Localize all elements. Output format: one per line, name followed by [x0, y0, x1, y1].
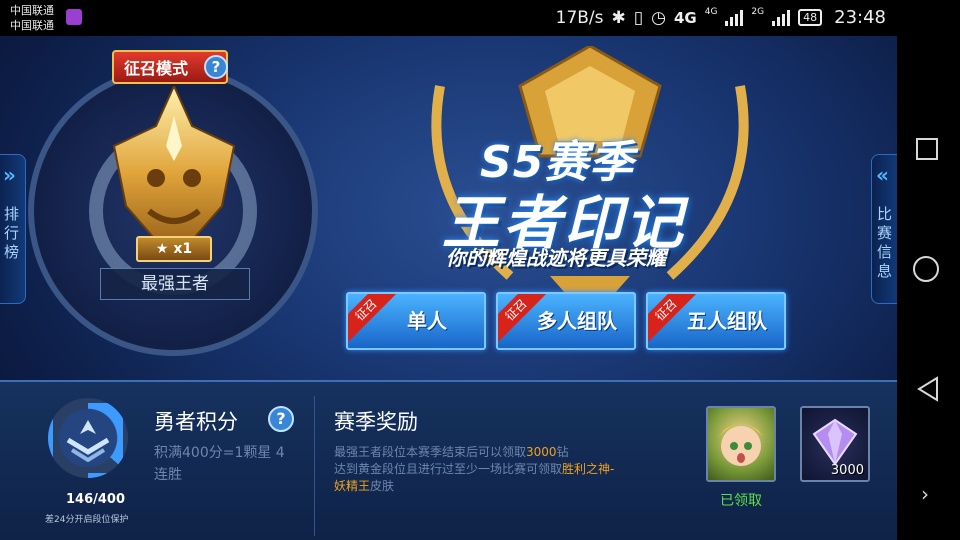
match-info-tab-label: 比赛信息 — [877, 205, 893, 280]
battery-level: 48 — [798, 9, 823, 26]
season-banner: S5赛季 王者印记 你的辉煌战迹将更具荣耀 — [400, 46, 780, 326]
season-subtitle: 你的辉煌战迹将更具荣耀 — [446, 246, 666, 270]
recent-apps-icon[interactable] — [916, 138, 938, 160]
status-bar: 中国联通 中国联通 17B/s ✱ ▯ ◷ 4G 4G 2G 48 23:48 — [0, 0, 960, 36]
signal-icon-2 — [772, 9, 791, 26]
android-nav-bar: › — [897, 36, 960, 540]
status-indicators: 17B/s ✱ ▯ ◷ 4G 4G 2G 48 23:48 — [556, 7, 886, 28]
season-reward-desc: 最强王者段位本赛季结束后可以领取3000钻 达到黄金段位且进行过至少一场比赛可领… — [334, 444, 619, 495]
mode-help-button[interactable]: ? — [204, 55, 228, 79]
brave-score-value: 146/400 — [66, 492, 126, 507]
match-info-tab[interactable]: « 比赛信息 — [871, 154, 897, 304]
reward-diamond-amount: 3000 — [526, 445, 557, 459]
claimed-label: 已领取 — [720, 493, 762, 509]
leaderboard-tab-label: 排行榜 — [4, 205, 20, 261]
network-4g-label: 4G — [673, 8, 697, 27]
reward-desc-2: 达到黄金段位且进行过至少一场比赛可领取 — [334, 462, 563, 476]
draft-mode-label: 征召模式 — [124, 59, 189, 78]
panel-divider — [314, 396, 315, 536]
vibrate-icon: ▯ — [633, 7, 644, 28]
rank-count-value: x1 — [173, 241, 193, 257]
chevron-left-icon: « — [876, 163, 889, 187]
hero-portrait-icon — [718, 424, 764, 466]
diamond-count: 3000 — [830, 463, 864, 478]
group-queue-label: 多人组队 — [537, 309, 617, 333]
bluetooth-icon: ✱ — [611, 7, 626, 28]
brave-score-desc: 积满400分=1颗星 4连胜 — [154, 445, 285, 483]
chevron-right-icon: » — [3, 163, 16, 187]
draft-mode-badge: 征召模式 ? — [112, 50, 228, 84]
chevron-right-icon[interactable]: › — [921, 482, 929, 506]
solo-queue-button[interactable]: 征召 单人 — [346, 292, 486, 350]
carrier-info: 中国联通 中国联通 — [10, 3, 54, 33]
score-help-button[interactable]: ? — [268, 406, 294, 432]
brave-score-title: 勇者积分 — [154, 410, 238, 434]
leaderboard-tab[interactable]: » 排行榜 — [0, 154, 26, 304]
rank-chevron-icon — [66, 420, 110, 462]
reward-desc-1-end: 钻 — [556, 445, 569, 459]
carrier-2: 中国联通 — [10, 19, 54, 32]
network-4g-small-label: 4G — [704, 7, 718, 17]
rank-name: 最强王者 — [100, 268, 250, 300]
group-queue-button[interactable]: 征召 多人组队 — [496, 292, 636, 350]
gallery-notification-icon — [66, 9, 82, 25]
rank-star-count: ★ x1 — [136, 236, 212, 262]
carrier-1: 中国联通 — [10, 4, 54, 17]
alarm-icon: ◷ — [651, 7, 666, 28]
game-screen: » 排行榜 « 比赛信息 征召模式 ? ★ x1 最强王者 S5赛季 王者印记 … — [0, 36, 897, 540]
season-reward-title: 赛季奖励 — [334, 410, 418, 434]
reward-desc-2-end: 皮肤 — [370, 479, 395, 493]
five-stack-button[interactable]: 征召 五人组队 — [646, 292, 786, 350]
clock: 23:48 — [834, 7, 886, 28]
reward-desc-1: 最强王者段位本赛季结束后可以领取 — [334, 445, 527, 459]
solo-queue-label: 单人 — [407, 309, 447, 333]
five-stack-label: 五人组队 — [687, 309, 767, 333]
bottom-panel: 146/400 差24分开启段位保护 勇者积分 ? 积满400分=1颗星 4连胜… — [0, 380, 897, 540]
star-icon: ★ — [155, 241, 174, 257]
network-2g-label: 2G — [751, 7, 765, 17]
diamond-reward-item[interactable]: 3000 — [800, 406, 870, 482]
skin-reward-item[interactable] — [706, 406, 776, 482]
rank-protection-note: 差24分开启段位保护 — [45, 515, 129, 525]
net-speed: 17B/s — [555, 7, 604, 28]
signal-icon-1 — [725, 9, 744, 26]
home-icon[interactable] — [913, 256, 939, 282]
back-icon[interactable] — [916, 376, 940, 402]
